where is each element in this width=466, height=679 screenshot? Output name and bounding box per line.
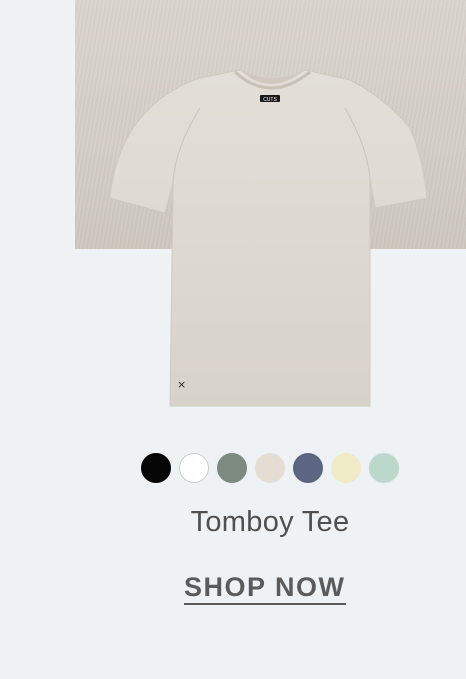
product-name[interactable]: Tomboy Tee	[0, 506, 466, 539]
swatch-slate-blue[interactable]	[293, 453, 323, 483]
swatch-sand[interactable]	[255, 453, 285, 483]
color-swatches	[141, 453, 399, 483]
swatch-butter[interactable]	[331, 453, 361, 483]
swatch-mint[interactable]	[369, 453, 399, 483]
brand-x-mark: ×	[177, 378, 186, 391]
brand-label: CUTS	[263, 97, 277, 103]
swatch-black[interactable]	[141, 453, 171, 483]
shop-now-link[interactable]: SHOP NOW	[184, 572, 346, 605]
product-image[interactable]: CUTS ×	[105, 68, 435, 410]
swatch-white[interactable]	[179, 453, 209, 483]
swatch-sage[interactable]	[217, 453, 247, 483]
